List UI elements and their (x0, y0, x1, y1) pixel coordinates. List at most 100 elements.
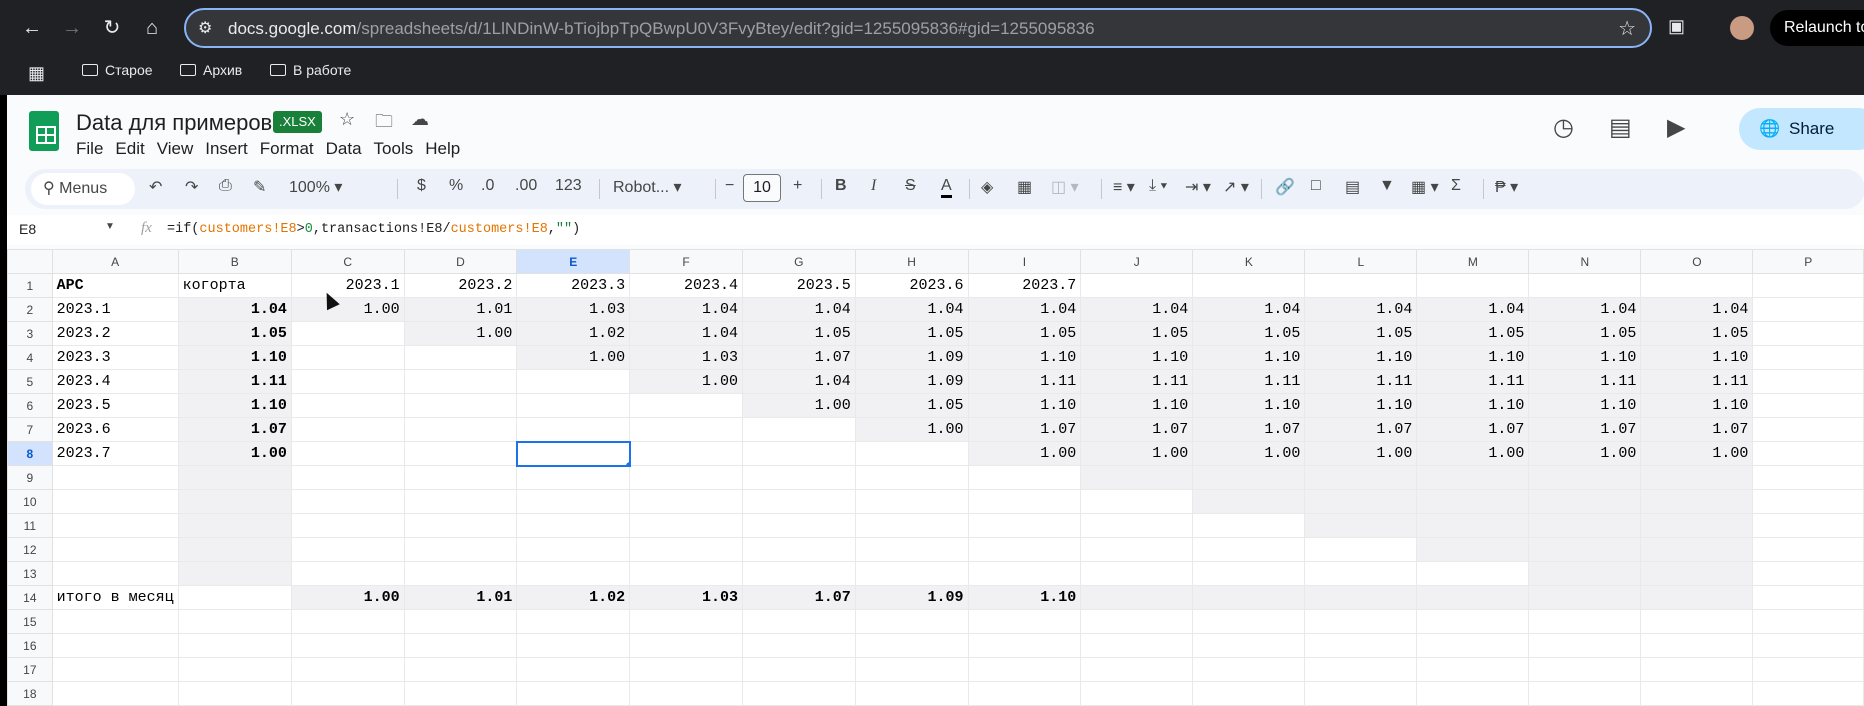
cell-b14[interactable] (177, 585, 292, 610)
cell-n11[interactable] (1528, 513, 1642, 538)
cell-g13[interactable] (741, 561, 856, 586)
cell-b15[interactable] (177, 609, 292, 634)
home-icon[interactable]: ⌂ (136, 12, 168, 44)
cell-l8[interactable]: 1.00 (1304, 441, 1418, 466)
cell-e7[interactable] (516, 417, 631, 442)
cell-e3[interactable]: 1.02 (516, 321, 631, 346)
cell-n12[interactable] (1528, 537, 1642, 562)
cell-n4[interactable]: 1.10 (1528, 345, 1642, 370)
site-info-icon[interactable]: ⚙ (198, 18, 212, 38)
cell-h8[interactable] (854, 441, 969, 466)
cell-n14[interactable] (1528, 585, 1642, 610)
cell-c13[interactable] (290, 561, 405, 586)
cell-k2[interactable]: 1.04 (1192, 297, 1306, 322)
bookmark-folder-in-progress[interactable]: В работе (270, 62, 351, 78)
menu-file[interactable]: File (76, 139, 103, 159)
cell-j13[interactable] (1080, 561, 1194, 586)
apps-grid-icon[interactable]: ▦ (28, 63, 45, 84)
cell-l3[interactable]: 1.05 (1304, 321, 1418, 346)
cell-a13[interactable] (51, 561, 179, 586)
cell-b1[interactable]: когорта (177, 273, 292, 298)
menu-edit[interactable]: Edit (115, 139, 144, 159)
cell-k10[interactable] (1192, 489, 1306, 514)
cell-k7[interactable]: 1.07 (1192, 417, 1306, 442)
reload-icon[interactable]: ↻ (96, 12, 128, 44)
cell-j9[interactable] (1080, 465, 1194, 490)
row-header[interactable]: 9 (7, 465, 53, 490)
cell-n8[interactable]: 1.00 (1528, 441, 1642, 466)
cell-c18[interactable] (290, 681, 405, 706)
cell-l16[interactable] (1304, 633, 1418, 658)
cell-f4[interactable]: 1.03 (629, 345, 743, 370)
functions-icon[interactable]: Σ (1451, 177, 1461, 195)
cell-g14[interactable]: 1.07 (741, 585, 856, 610)
cell-c9[interactable] (290, 465, 405, 490)
menu-view[interactable]: View (157, 139, 194, 159)
cell-c11[interactable] (290, 513, 405, 538)
cell-m13[interactable] (1416, 561, 1530, 586)
cell-p3[interactable] (1752, 321, 1864, 346)
cell-j4[interactable]: 1.10 (1080, 345, 1194, 370)
column-header-k[interactable]: K (1192, 249, 1306, 274)
column-header-h[interactable]: H (854, 249, 969, 274)
column-header-d[interactable]: D (403, 249, 518, 274)
cell-k8[interactable]: 1.00 (1192, 441, 1306, 466)
version-history-icon[interactable]: ◷ (1553, 113, 1574, 142)
cell-o4[interactable]: 1.10 (1640, 345, 1754, 370)
cell-n18[interactable] (1528, 681, 1642, 706)
cell-d2[interactable]: 1.01 (403, 297, 518, 322)
cell-o14[interactable] (1640, 585, 1754, 610)
row-header[interactable]: 18 (7, 681, 53, 706)
increase-decimal-button[interactable]: .00 (515, 177, 537, 195)
cell-k18[interactable] (1192, 681, 1306, 706)
cell-m2[interactable]: 1.04 (1416, 297, 1530, 322)
vertical-align-icon[interactable]: ⤓ ▾ (1149, 177, 1167, 195)
share-button[interactable]: 🌐 Share (1739, 108, 1864, 150)
cell-k17[interactable] (1192, 657, 1306, 682)
cell-o6[interactable]: 1.10 (1640, 393, 1754, 418)
cell-j10[interactable] (1080, 489, 1194, 514)
cell-b6[interactable]: 1.10 (177, 393, 292, 418)
cell-g11[interactable] (741, 513, 856, 538)
text-rotation-icon[interactable]: ↗ ▾ (1223, 177, 1249, 197)
cloud-status-icon[interactable]: ☁ (411, 109, 429, 130)
cell-j6[interactable]: 1.10 (1080, 393, 1194, 418)
cell-d11[interactable] (403, 513, 518, 538)
merge-cells-icon[interactable]: ◫ ▾ (1051, 177, 1079, 197)
cell-d15[interactable] (403, 609, 518, 634)
cell-d18[interactable] (403, 681, 518, 706)
cell-c8[interactable] (290, 441, 405, 466)
currency-format-button[interactable]: $ (417, 177, 426, 195)
paint-format-icon[interactable]: ✎ (253, 177, 266, 197)
cell-f1[interactable]: 2023.4 (629, 273, 743, 298)
bookmark-star-icon[interactable]: ☆ (1618, 16, 1636, 41)
cell-f11[interactable] (629, 513, 743, 538)
cell-g10[interactable] (741, 489, 856, 514)
cell-c2[interactable]: 1.00 (290, 297, 405, 322)
cell-e8[interactable] (515, 440, 631, 467)
cell-g2[interactable]: 1.04 (741, 297, 856, 322)
cell-p11[interactable] (1752, 513, 1864, 538)
insert-comment-icon[interactable]: □ (1311, 177, 1321, 195)
row-header[interactable]: 8 (7, 441, 53, 466)
row-header[interactable]: 16 (7, 633, 53, 658)
cell-o18[interactable] (1640, 681, 1754, 706)
cell-o8[interactable]: 1.00 (1640, 441, 1754, 466)
cell-p14[interactable] (1752, 585, 1864, 610)
cell-j8[interactable]: 1.00 (1080, 441, 1194, 466)
cell-e2[interactable]: 1.03 (516, 297, 631, 322)
menu-help[interactable]: Help (425, 139, 460, 159)
cell-n3[interactable]: 1.05 (1528, 321, 1642, 346)
cell-i10[interactable] (967, 489, 1082, 514)
cell-b18[interactable] (177, 681, 292, 706)
cell-j18[interactable] (1080, 681, 1194, 706)
row-header[interactable]: 12 (7, 537, 53, 562)
cell-d6[interactable] (403, 393, 518, 418)
cell-f16[interactable] (629, 633, 743, 658)
cell-p8[interactable] (1752, 441, 1864, 466)
row-header[interactable]: 1 (7, 273, 53, 298)
cell-k14[interactable] (1192, 585, 1306, 610)
column-header-e[interactable]: E (516, 249, 631, 274)
cell-a9[interactable] (51, 465, 179, 490)
cell-p13[interactable] (1752, 561, 1864, 586)
